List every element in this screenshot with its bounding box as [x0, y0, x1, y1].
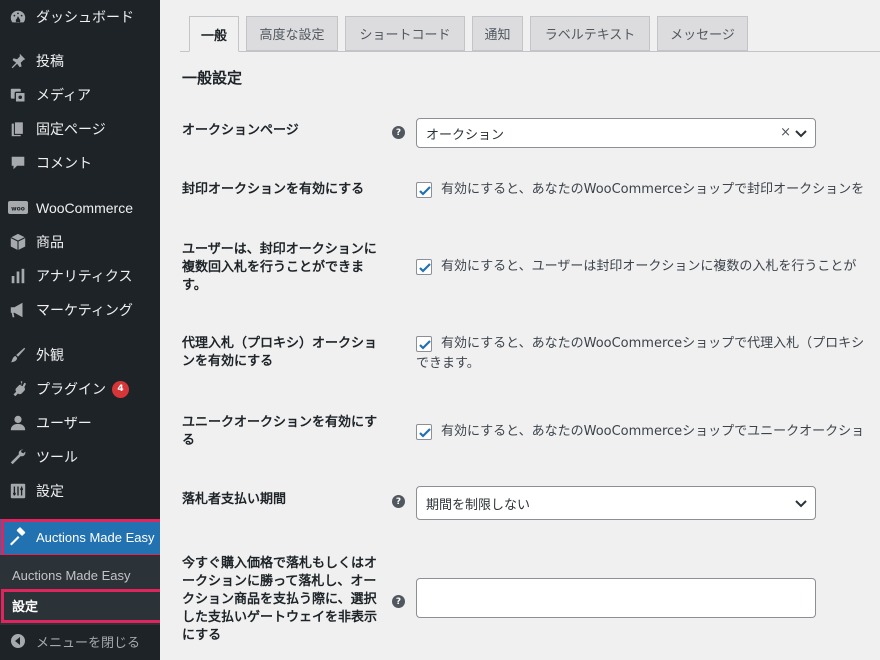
tab-general[interactable]: 一般	[189, 16, 239, 52]
tab-shortcode[interactable]: ショートコード	[345, 16, 465, 51]
proxy-auction-checkbox[interactable]	[416, 336, 432, 352]
multi-bid-label: ユーザーは、封印オークションに複数回入札を行うことができます。	[182, 242, 377, 293]
multi-bid-description: 有効にすると、ユーザーは封印オークションに複数の入札を行うことが	[441, 259, 857, 274]
settings-icon	[0, 482, 36, 500]
submenu-item-settings[interactable]: 設定	[12, 596, 38, 615]
help-icon[interactable]: ?	[392, 126, 405, 139]
submenu-item-auctions[interactable]: Auctions Made Easy	[12, 568, 131, 583]
sidebar-item-analytics[interactable]: アナリティクス	[0, 259, 160, 293]
settings-tabs: 一般 高度な設定 ショートコード 通知 ラベルテキスト メッセージ	[180, 16, 880, 52]
sidebar-item-label: アナリティクス	[36, 269, 133, 285]
sidebar-item-label: WooCommerce	[36, 200, 133, 216]
auction-page-select[interactable]: オークション ×	[416, 118, 816, 148]
sidebar-item-label: 設定	[36, 484, 64, 500]
sealed-auction-checkbox[interactable]	[416, 182, 432, 198]
help-icon[interactable]: ?	[392, 495, 405, 508]
sidebar-item-label: コメント	[36, 156, 92, 172]
sealed-auction-label: 封印オークションを有効にする	[182, 182, 365, 197]
collapse-arrow-icon	[0, 633, 36, 649]
sidebar-item-products[interactable]: 商品	[0, 225, 160, 259]
sealed-auction-description: 有効にすると、あなたのWooCommerceショップで封印オークションを	[441, 182, 865, 197]
plugin-icon	[0, 380, 36, 398]
wrench-icon	[0, 448, 36, 466]
sidebar-item-comments[interactable]: コメント	[0, 146, 160, 180]
media-icon	[0, 86, 36, 104]
unique-auction-description: 有効にすると、あなたのWooCommerceショップでユニークオークショ	[441, 424, 865, 439]
sidebar-item-settings[interactable]: 設定	[0, 474, 160, 508]
sidebar-item-users[interactable]: ユーザー	[0, 406, 160, 440]
multi-bid-checkbox[interactable]	[416, 259, 432, 275]
page-icon	[0, 120, 36, 138]
proxy-auction-description-cont: できます。	[416, 356, 480, 371]
sidebar-item-label: 投稿	[36, 54, 64, 70]
unique-auction-label: ユニークオークションを有効にする	[182, 415, 378, 448]
user-icon	[0, 414, 36, 432]
pin-icon	[0, 52, 36, 70]
sidebar-item-label: 外観	[36, 348, 64, 364]
unique-auction-checkbox[interactable]	[416, 424, 432, 440]
hide-gateway-label: 今すぐ購入価格で落札もしくはオークションに勝って落札し、オークション商品を支払う…	[182, 556, 378, 643]
proxy-auction-description: 有効にすると、あなたのWooCommerceショップで代理入札（プロキシ	[441, 336, 865, 351]
payment-period-label: 落札者支払い期間	[182, 492, 287, 507]
main-content: 一般 高度な設定 ショートコード 通知 ラベルテキスト メッセージ 一般設定 オ…	[160, 0, 880, 660]
sidebar-item-label: ダッシュボード	[36, 10, 134, 26]
sidebar-item-label: プラグイン	[36, 382, 106, 398]
bar-chart-icon	[0, 267, 36, 285]
payment-period-value: 期間を制限しない	[426, 497, 531, 513]
brush-icon	[0, 346, 36, 364]
sidebar-item-label: Auctions Made Easy	[36, 529, 155, 545]
submenu: Auctions Made Easy 設定	[0, 555, 160, 625]
proxy-auction-label: 代理入札（プロキシ）オークションを有効にする	[182, 336, 378, 369]
sidebar-item-label: メディア	[36, 88, 92, 104]
sidebar-item-woocommerce[interactable]: woo WooCommerce	[0, 191, 160, 225]
sidebar-item-marketing[interactable]: マーケティング	[0, 293, 160, 327]
dashboard-icon	[0, 8, 36, 26]
sidebar-item-media[interactable]: メディア	[0, 78, 160, 112]
update-count-badge: 4	[112, 380, 129, 398]
gavel-icon	[0, 527, 36, 547]
sidebar-item-label: ツール	[36, 450, 78, 466]
chevron-down-icon	[795, 128, 807, 143]
sidebar-item-dashboard[interactable]: ダッシュボード	[0, 0, 160, 34]
clear-icon[interactable]: ×	[780, 125, 791, 140]
chevron-down-icon	[795, 498, 807, 513]
collapse-menu-button[interactable]: メニューを閉じる	[0, 626, 160, 656]
section-title: 一般設定	[182, 69, 243, 87]
sidebar-item-pages[interactable]: 固定ページ	[0, 112, 160, 146]
sidebar-item-label: 商品	[36, 235, 64, 251]
help-icon[interactable]: ?	[392, 595, 405, 608]
woo-icon: woo	[0, 200, 36, 216]
sidebar-item-tools[interactable]: ツール	[0, 440, 160, 474]
auction-page-label: オークションページ	[182, 123, 299, 138]
collapse-menu-label: メニューを閉じる	[36, 635, 141, 651]
svg-text:woo: woo	[11, 206, 25, 213]
sidebar-item-auctions-made-easy[interactable]: Auctions Made Easy	[0, 519, 167, 555]
sidebar-item-posts[interactable]: 投稿	[0, 44, 160, 78]
auction-page-value: オークション	[426, 127, 505, 143]
payment-period-select[interactable]: 期間を制限しない	[416, 486, 816, 520]
sidebar-item-label: 固定ページ	[36, 122, 106, 138]
sidebar-item-plugins[interactable]: プラグイン 4	[0, 372, 160, 406]
hide-gateway-input[interactable]	[416, 578, 816, 618]
box-icon	[0, 233, 36, 251]
sidebar-item-label: マーケティング	[36, 303, 133, 319]
comment-icon	[0, 154, 36, 172]
admin-sidebar: ダッシュボード 投稿 メディア 固定ページ コメント woo WooCommer…	[0, 0, 169, 660]
sidebar-item-label: ユーザー	[36, 416, 92, 432]
megaphone-icon	[0, 301, 36, 319]
tab-messages[interactable]: メッセージ	[657, 16, 748, 51]
tab-notifications[interactable]: 通知	[472, 16, 523, 51]
sidebar-item-appearance[interactable]: 外観	[0, 338, 160, 372]
tab-advanced[interactable]: 高度な設定	[246, 16, 338, 51]
tab-label-text[interactable]: ラベルテキスト	[530, 16, 650, 51]
